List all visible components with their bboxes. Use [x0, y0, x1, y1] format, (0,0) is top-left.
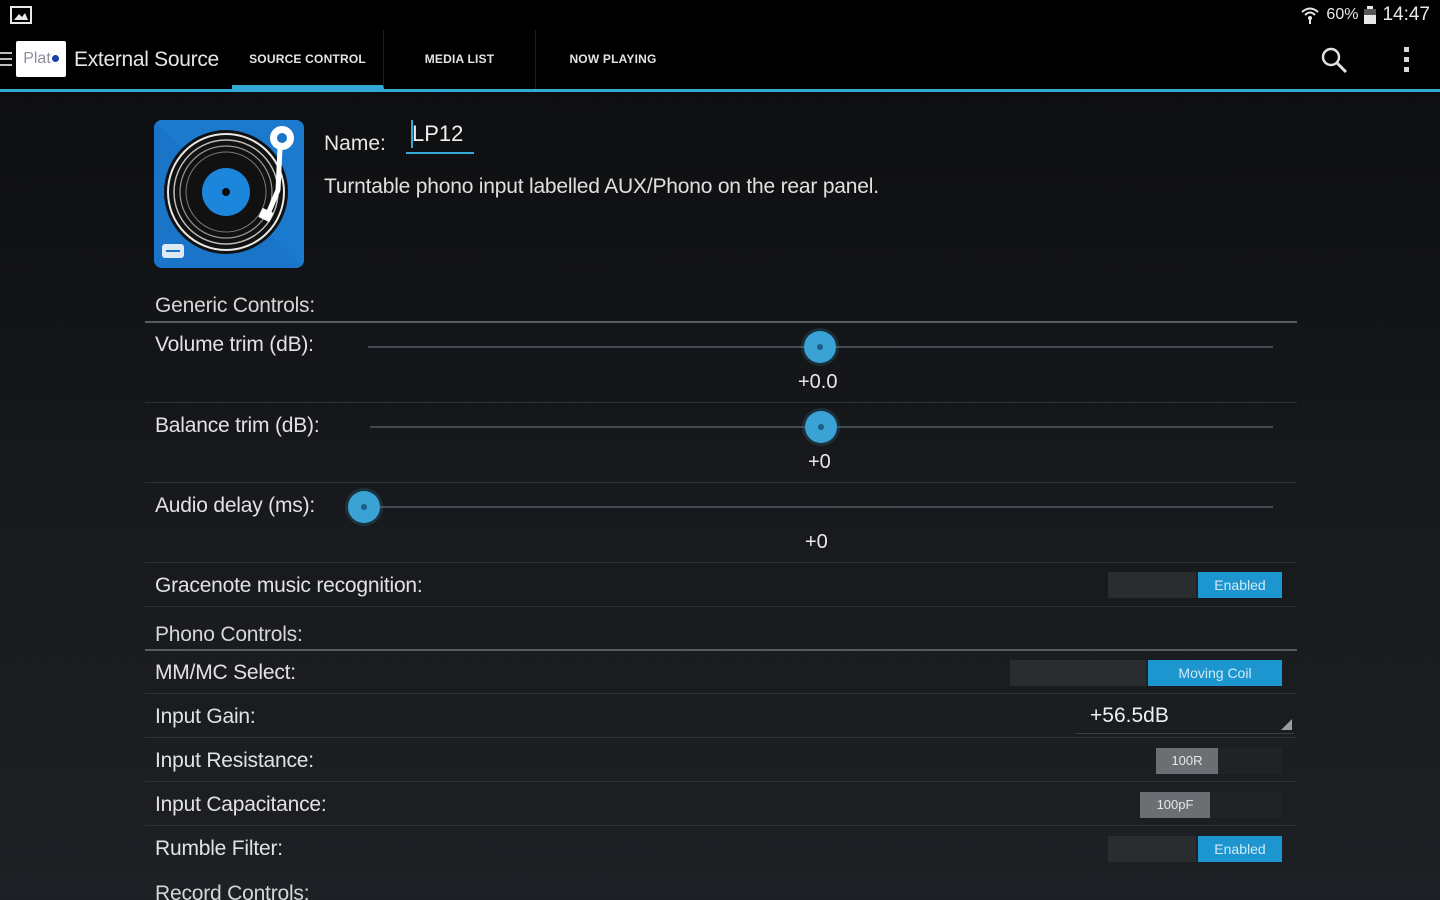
volume-trim-thumb[interactable] [804, 331, 836, 363]
search-icon[interactable] [1320, 46, 1348, 74]
section-rule [145, 321, 1297, 323]
mm-mc-toggle[interactable]: Moving Coil [1010, 660, 1282, 686]
name-label: Name: [324, 132, 386, 155]
turntable-icon [154, 120, 304, 268]
audio-delay-label: Audio delay (ms): [155, 494, 315, 517]
status-right: 60% 14:47 [1300, 4, 1430, 26]
gracenote-toggle[interactable]: Enabled [1108, 572, 1282, 598]
generic-controls-header: Generic Controls: [155, 294, 315, 317]
input-resistance-toggle[interactable]: 100R [1156, 748, 1282, 774]
input-capacitance-label: Input Capacitance: [155, 793, 327, 816]
logo-dot-icon [51, 55, 59, 63]
toggle-off-segment [1010, 660, 1146, 686]
clock: 14:47 [1382, 4, 1430, 25]
row-divider [145, 737, 1297, 738]
status-bar: 60% 14:47 [0, 0, 1440, 30]
gracenote-label: Gracenote music recognition: [155, 574, 423, 597]
input-resistance-state: 100R [1156, 748, 1218, 774]
record-controls-header: Record Controls: [155, 882, 310, 900]
source-name-input[interactable]: LP12 [406, 116, 474, 154]
wifi-icon [1301, 7, 1320, 24]
battery-icon [1364, 6, 1377, 24]
app-logo[interactable]: Plat [16, 41, 66, 77]
gallery-notification-icon [10, 6, 32, 24]
audio-delay-thumb[interactable] [348, 491, 380, 523]
row-divider [145, 562, 1297, 563]
row-divider [145, 781, 1297, 782]
drawer-menu-icon[interactable] [0, 51, 12, 67]
row-divider [145, 482, 1297, 483]
rumble-filter-state: Enabled [1198, 836, 1282, 862]
row-divider [145, 693, 1297, 694]
row-divider [145, 825, 1297, 826]
dropdown-arrow-icon [1281, 719, 1292, 730]
input-resistance-label: Input Resistance: [155, 749, 314, 772]
tab-now-playing[interactable]: NOW PLAYING [537, 30, 689, 89]
input-gain-value: +56.5dB [1090, 704, 1169, 727]
audio-delay-slider[interactable] [364, 506, 1273, 508]
tab-media-list[interactable]: MEDIA LIST [384, 30, 536, 89]
toggle-off-segment [1108, 572, 1196, 598]
rumble-filter-label: Rumble Filter: [155, 837, 283, 860]
source-name-value: LP12 [412, 121, 464, 146]
mm-mc-select-label: MM/MC Select: [155, 661, 296, 684]
section-rule [145, 649, 1297, 651]
audio-delay-value: +0 [805, 531, 828, 553]
balance-trim-label: Balance trim (dB): [155, 414, 320, 437]
balance-trim-value: +0 [808, 451, 831, 473]
gracenote-toggle-state: Enabled [1198, 572, 1282, 598]
volume-trim-label: Volume trim (dB): [155, 333, 314, 356]
source-description: Turntable phono input labelled AUX/Phono… [324, 175, 879, 198]
volume-trim-value: +0.0 [798, 371, 838, 393]
mm-mc-toggle-state: Moving Coil [1148, 660, 1282, 686]
app-title: External Source [74, 48, 219, 71]
phono-controls-header: Phono Controls: [155, 623, 303, 646]
text-cursor [411, 120, 413, 148]
turntable-artwork[interactable] [154, 120, 304, 268]
row-divider [145, 606, 1297, 607]
toggle-off-segment [1108, 836, 1196, 862]
balance-trim-thumb[interactable] [805, 411, 837, 443]
rumble-filter-toggle[interactable]: Enabled [1108, 836, 1282, 862]
row-divider [145, 402, 1297, 403]
app-logo-text: Plat [23, 50, 51, 67]
input-gain-spinner[interactable]: +56.5dB [1076, 700, 1294, 734]
battery-percent: 60% [1326, 6, 1359, 23]
input-capacitance-toggle[interactable]: 100pF [1140, 792, 1282, 818]
input-gain-label: Input Gain: [155, 705, 256, 728]
action-bar: Plat External Source SOURCE CONTROL MEDI… [0, 30, 1440, 92]
tab-source-control[interactable]: SOURCE CONTROL [232, 30, 384, 89]
input-capacitance-state: 100pF [1140, 792, 1210, 818]
overflow-menu-icon[interactable] [1398, 45, 1414, 75]
source-control-panel: Name: LP12 Turntable phono input labelle… [0, 92, 1440, 900]
